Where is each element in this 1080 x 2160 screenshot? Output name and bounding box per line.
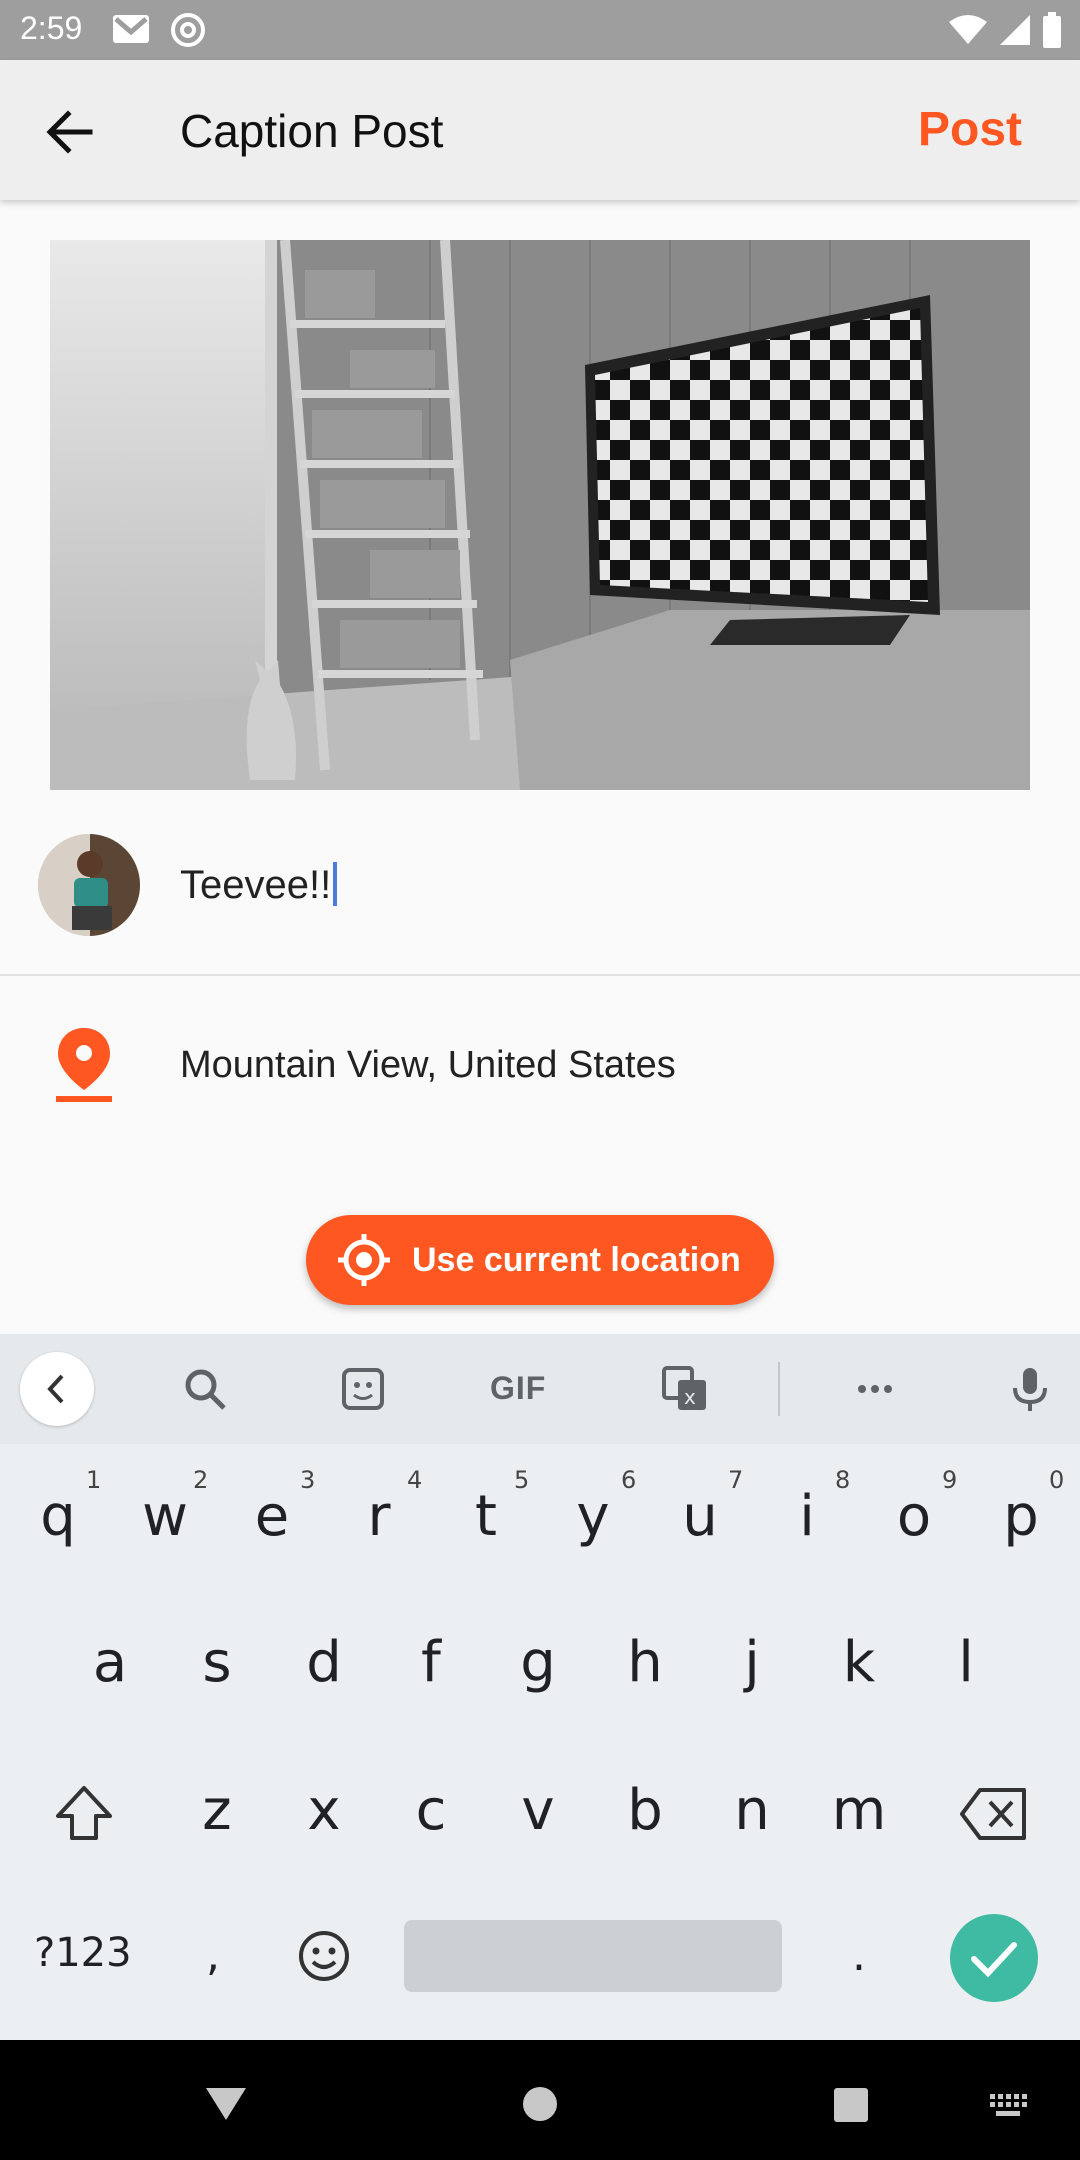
gps-target-icon xyxy=(338,1234,390,1286)
key-a[interactable]: a xyxy=(60,1608,160,1718)
key-g[interactable]: g xyxy=(488,1608,588,1718)
search-icon[interactable] xyxy=(180,1364,230,1414)
shift-icon[interactable] xyxy=(52,1782,116,1846)
gif-button[interactable]: GIF xyxy=(490,1370,546,1407)
post-photo xyxy=(50,240,1030,790)
symbols-key[interactable]: ?123 xyxy=(34,1930,132,1976)
use-current-location-label: Use current location xyxy=(412,1240,741,1279)
text-cursor xyxy=(333,862,338,906)
key-hint: 8 xyxy=(835,1466,851,1494)
key-h[interactable]: h xyxy=(595,1608,695,1718)
at-sign-icon xyxy=(171,13,205,47)
battery-icon xyxy=(1043,12,1061,48)
caption-text: Teevee!! xyxy=(180,863,332,907)
key-d[interactable]: d xyxy=(274,1608,374,1718)
key-hint: 2 xyxy=(193,1466,209,1494)
chevron-left-icon xyxy=(47,1374,64,1404)
key-hint: 4 xyxy=(407,1466,423,1494)
nav-back-icon[interactable] xyxy=(204,2086,248,2122)
key-j[interactable]: j xyxy=(702,1608,802,1718)
divider xyxy=(0,974,1080,976)
key-f[interactable]: f xyxy=(381,1608,481,1718)
space-bar[interactable] xyxy=(404,1920,782,1992)
key-c[interactable]: c xyxy=(381,1756,481,1866)
key-z[interactable]: z xyxy=(167,1756,267,1866)
sticker-icon[interactable] xyxy=(338,1364,388,1414)
checkmark-icon xyxy=(971,1942,1017,1978)
location-text[interactable]: Mountain View, United States xyxy=(180,1044,676,1087)
wifi-icon xyxy=(949,15,987,44)
period-key[interactable]: . xyxy=(852,1930,866,1981)
caption-input[interactable]: Teevee!! xyxy=(180,862,338,908)
emoji-icon[interactable] xyxy=(296,1928,352,1984)
app-bar: Caption Post Post xyxy=(0,60,1080,200)
status-notification-icons xyxy=(112,12,206,48)
backspace-icon[interactable] xyxy=(958,1786,1030,1842)
avatar xyxy=(38,834,140,936)
gmail-icon xyxy=(113,15,149,43)
key-s[interactable]: s xyxy=(167,1608,267,1718)
key-l[interactable]: l xyxy=(916,1608,1016,1718)
key-x[interactable]: x xyxy=(274,1756,374,1866)
key-hint: 5 xyxy=(514,1466,530,1494)
signal-icon xyxy=(1000,15,1030,45)
key-hint: 3 xyxy=(300,1466,316,1494)
back-button[interactable] xyxy=(38,100,102,164)
key-m[interactable]: m xyxy=(809,1756,909,1866)
location-pin-icon xyxy=(54,1026,114,1102)
key-hint: 1 xyxy=(86,1466,102,1494)
key-hint: 0 xyxy=(1049,1466,1065,1494)
toolbar-separator xyxy=(778,1362,780,1416)
arrow-back-icon xyxy=(46,110,93,154)
navigation-bar xyxy=(0,2040,1080,2160)
keyboard-switch-icon[interactable] xyxy=(988,2092,1028,2118)
key-n[interactable]: n xyxy=(702,1756,802,1866)
key-v[interactable]: v xyxy=(488,1756,588,1866)
key-k[interactable]: k xyxy=(809,1608,909,1718)
key-hint: 9 xyxy=(942,1466,958,1494)
status-system-icons xyxy=(948,12,1062,48)
key-hint: 7 xyxy=(728,1466,744,1494)
keyboard-collapse-button[interactable] xyxy=(20,1352,94,1426)
svg-text:x: x xyxy=(684,1385,696,1409)
nav-home-icon[interactable] xyxy=(522,2086,558,2122)
enter-key[interactable] xyxy=(950,1914,1038,2002)
page-title: Caption Post xyxy=(180,105,444,157)
key-hint: 6 xyxy=(621,1466,637,1494)
mic-icon[interactable] xyxy=(1005,1364,1055,1414)
translate-icon[interactable]: x xyxy=(660,1364,710,1414)
nav-recents-icon[interactable] xyxy=(834,2088,868,2122)
status-bar: 2:59 xyxy=(0,0,1080,60)
more-icon[interactable] xyxy=(850,1364,900,1414)
status-time: 2:59 xyxy=(20,10,83,46)
post-button[interactable]: Post xyxy=(918,102,1022,157)
use-current-location-button[interactable]: Use current location xyxy=(306,1215,774,1305)
comma-key[interactable]: , xyxy=(206,1930,220,1981)
key-b[interactable]: b xyxy=(595,1756,695,1866)
